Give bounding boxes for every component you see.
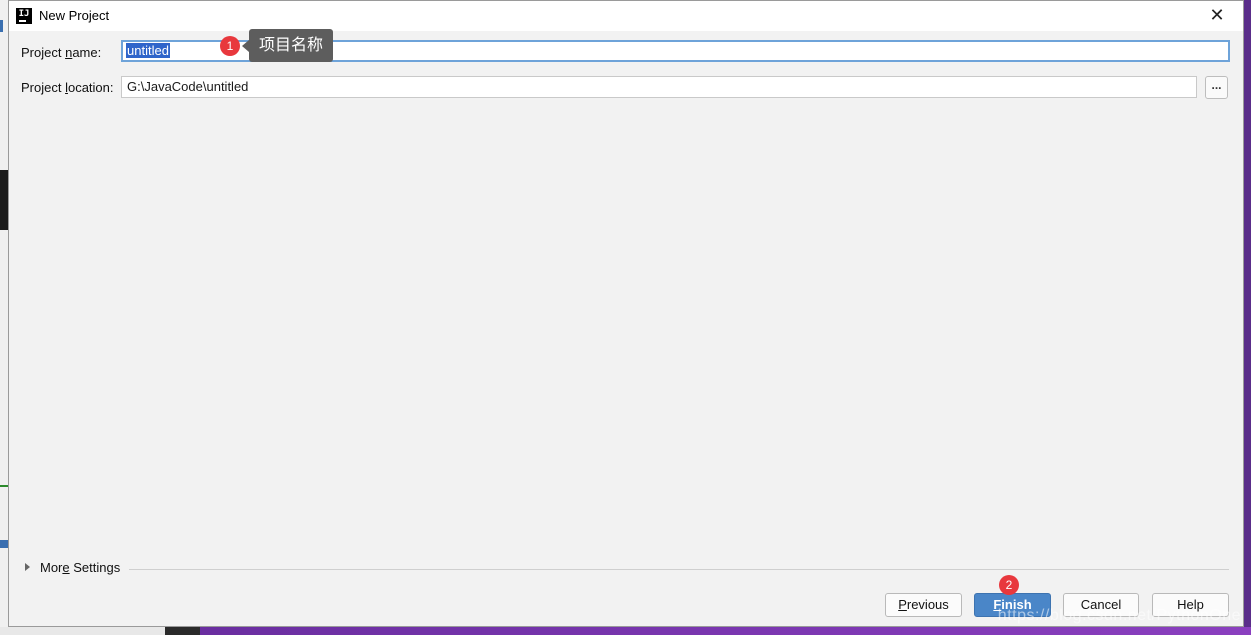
more-settings-divider: [129, 569, 1229, 570]
title-bar: IJ New Project ✕: [9, 1, 1243, 31]
close-button[interactable]: ✕: [1207, 5, 1227, 25]
window-title: New Project: [39, 8, 110, 23]
intellij-idea-icon: IJ: [16, 8, 32, 24]
annotation-badge-1: 1: [220, 36, 240, 56]
project-name-label: Project name:: [21, 45, 102, 60]
project-location-input[interactable]: G:\JavaCode\untitled: [121, 76, 1197, 98]
expand-triangle-icon: [25, 563, 30, 571]
new-project-dialog: IJ New Project ✕ Project name: untitled …: [8, 0, 1244, 627]
project-name-value: untitled: [126, 43, 170, 58]
annotation-tooltip-project-name: 项目名称: [241, 29, 334, 62]
background-taskbar: [0, 627, 1251, 635]
previous-button[interactable]: Previous: [885, 593, 962, 617]
project-location-label: Project location:: [21, 80, 114, 95]
more-settings-toggle[interactable]: More Settings: [25, 560, 120, 575]
browse-location-button[interactable]: ...: [1205, 76, 1228, 99]
watermark-text: https://blog.csdn.net/PythonOne: [997, 607, 1241, 624]
annotation-badge-2: 2: [999, 575, 1019, 595]
